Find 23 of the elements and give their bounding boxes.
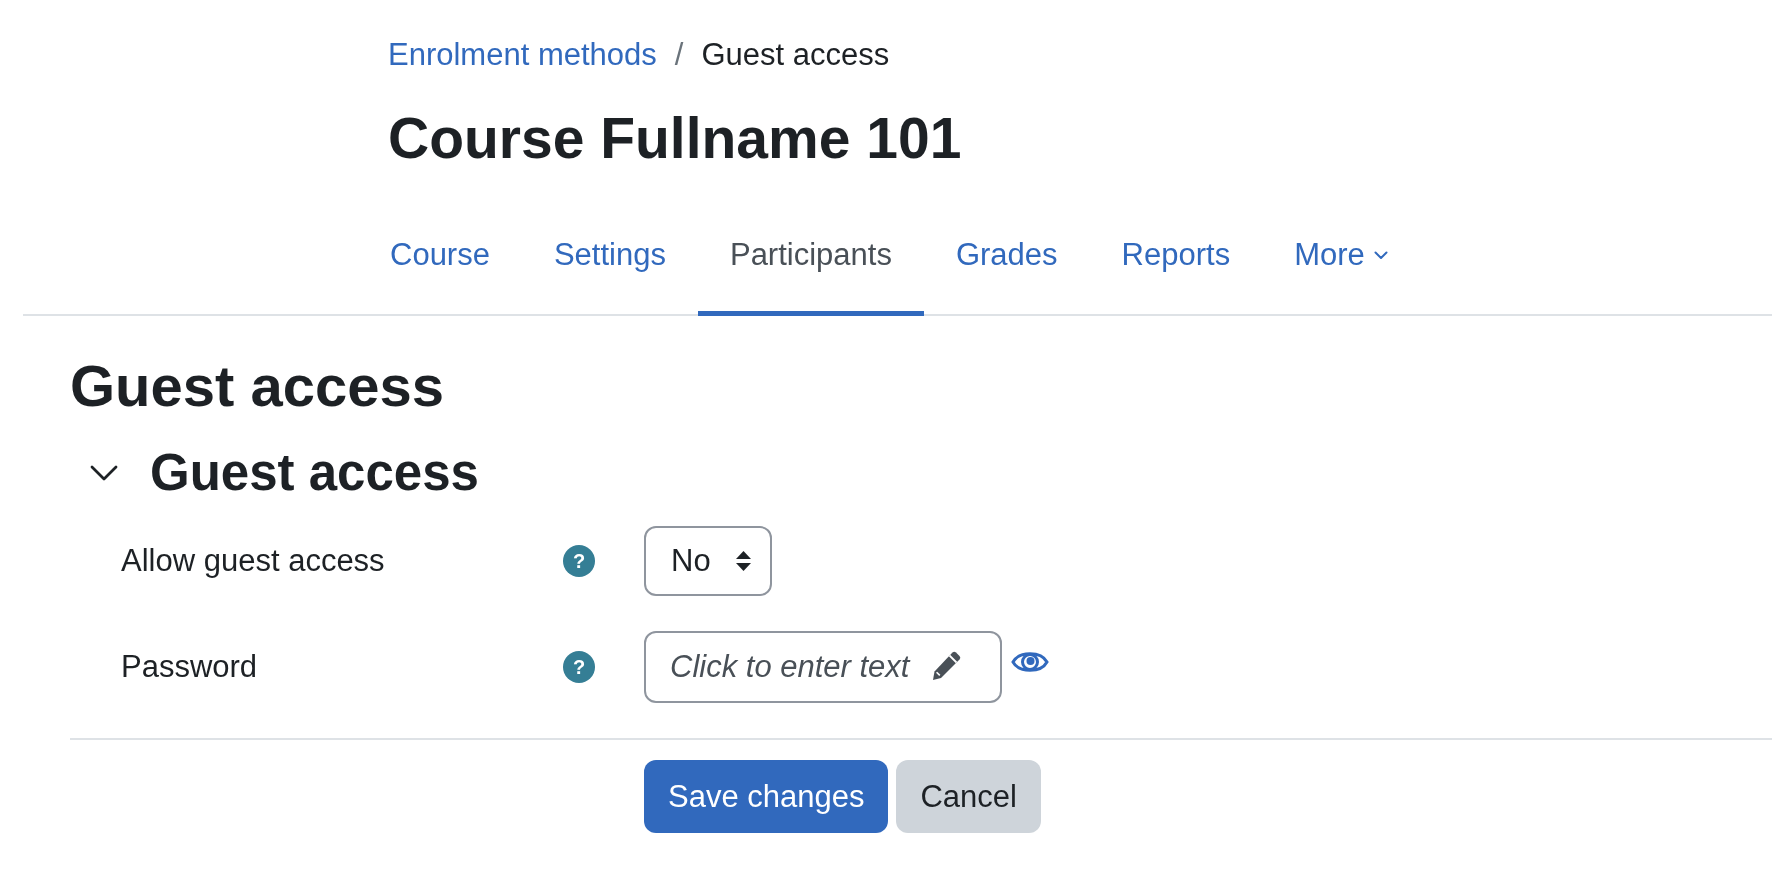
breadcrumb-current: Guest access: [701, 36, 890, 74]
sort-arrows-icon: [734, 550, 752, 572]
save-button[interactable]: Save changes: [644, 760, 889, 833]
breadcrumb-separator: /: [674, 36, 684, 74]
field-label: Password: [121, 648, 258, 686]
cancel-button[interactable]: Cancel: [896, 760, 1041, 833]
select-field[interactable]: No: [644, 526, 772, 596]
nav-tab[interactable]: Participants: [697, 207, 924, 316]
pencil-icon: [930, 650, 962, 682]
nav-tab[interactable]: Grades: [923, 207, 1090, 316]
nav-tab[interactable]: Settings: [521, 207, 698, 316]
nav-tab[interactable]: Course: [358, 207, 522, 316]
nav-tab[interactable]: Reports: [1089, 207, 1263, 316]
breadcrumb-link[interactable]: Enrolment methods: [388, 31, 657, 79]
help-icon[interactable]: ?: [563, 651, 595, 683]
course-title: Course Fullname 101: [388, 105, 962, 172]
section-heading: Guest access: [150, 443, 479, 503]
page-heading: Guest access: [70, 352, 445, 420]
chevron-icon[interactable]: [90, 464, 118, 481]
password-field[interactable]: Click to enter text: [644, 631, 1002, 703]
help-icon[interactable]: ?: [563, 545, 595, 577]
nav-tab[interactable]: More: [1262, 207, 1420, 316]
field-label: Allow guest access: [121, 542, 385, 580]
